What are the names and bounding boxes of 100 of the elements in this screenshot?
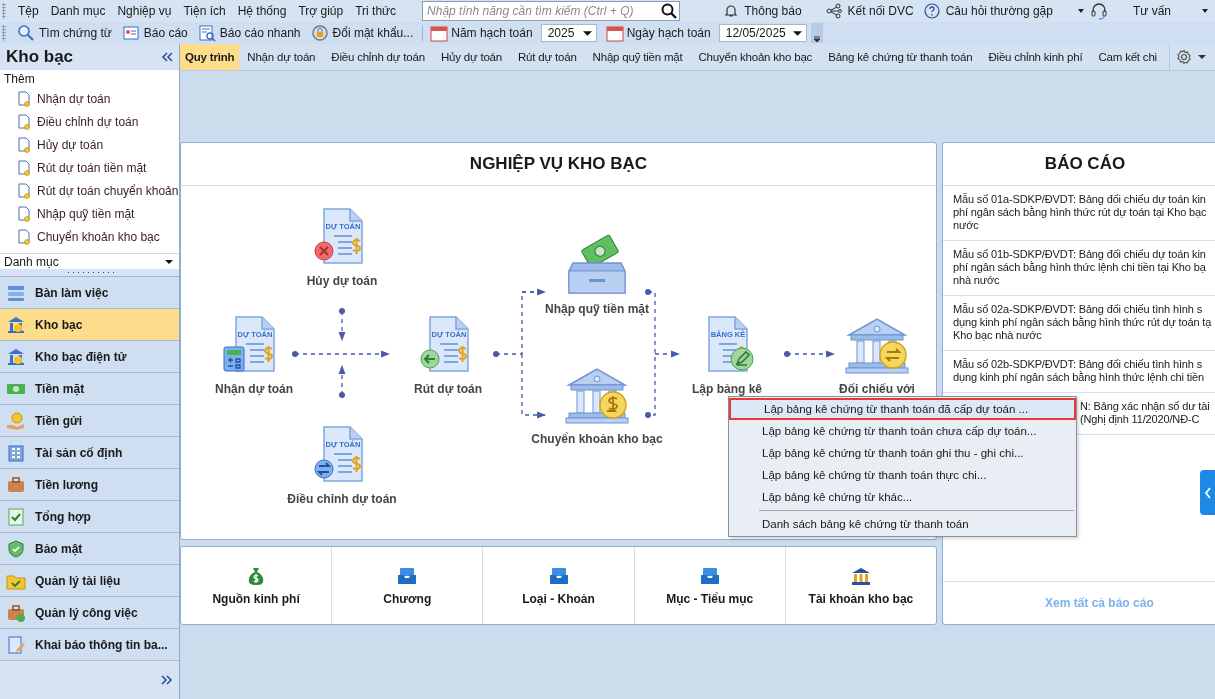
process-step-label[interactable]: Lập bảng kê: [692, 382, 762, 396]
caret-icon[interactable]: [1201, 7, 1209, 15]
tab[interactable]: Nhận dự toán: [239, 44, 324, 70]
category-tile[interactable]: Mục - Tiểu mục: [634, 547, 786, 624]
menu-item[interactable]: Trợ giúp: [292, 1, 350, 21]
year-dropdown[interactable]: 2025: [540, 24, 597, 42]
report-link[interactable]: Mẫu số 02b-SDKP/ĐVDT: Bảng đối chiếu tình hình s dụng kinh phí ngân sách bằng hình thức lệnh chi tiền: [943, 351, 1215, 393]
nav-item[interactable]: Tài sản cố định: [0, 437, 179, 469]
panel-title: BÁO CÁO: [943, 143, 1215, 186]
process-step-label[interactable]: Chuyển khoản kho bạc: [531, 432, 663, 446]
tab[interactable]: Hủy dự toán: [432, 44, 510, 70]
report-link[interactable]: Mẫu số 01a-SDKP/ĐVDT: Bảng đối chiếu dự toán kin phí ngân sách bằng hình thức rút dự toán tại Kho bạc nước: [943, 186, 1215, 241]
menu-item[interactable]: Hệ thống: [231, 1, 293, 21]
toolbar-button[interactable]: Tìm chứng từ: [12, 23, 117, 43]
tab[interactable]: Điều chỉnh dự toán: [323, 44, 433, 70]
expand-icon[interactable]: [161, 675, 173, 685]
nav-item[interactable]: Tổng hợp: [0, 501, 179, 533]
menu-item[interactable]: Lập bảng kê chứng từ thanh toán ghi thu - ghi chi...: [729, 442, 1076, 464]
connector-arrow: [338, 364, 346, 398]
bank-icon: [6, 346, 26, 367]
caret-icon: [1197, 53, 1206, 61]
nav-item[interactable]: Bảo mật: [0, 533, 179, 565]
category-tile[interactable]: Loại - Khoản: [483, 547, 635, 624]
toolbar-overflow-button[interactable]: [810, 23, 823, 43]
category-dropdown[interactable]: Danh mục: [0, 253, 179, 269]
collapse-icon[interactable]: [161, 52, 173, 62]
category-tile[interactable]: Nguồn kinh phí: [181, 547, 333, 624]
nav-item[interactable]: Tiền mặt: [0, 373, 179, 405]
category-tile[interactable]: Tài khoản kho bạc: [785, 547, 936, 624]
tray-icon: [397, 565, 418, 586]
caret-icon[interactable]: [1076, 7, 1085, 15]
sidebar-link[interactable]: Nhập quỹ tiền mặt: [0, 202, 179, 225]
nav-item[interactable]: Kho bạc: [0, 309, 179, 341]
process-step-label[interactable]: Nhập quỹ tiền mặt: [545, 302, 649, 316]
toolbar-button[interactable]: Đổi mật khẩu...: [305, 23, 419, 43]
date-field[interactable]: 12/05/2025: [718, 24, 807, 42]
caret-icon: [792, 28, 802, 38]
menu-item[interactable]: Nghiệp vụ: [111, 1, 178, 21]
process-step-label[interactable]: Hủy dự toán: [306, 274, 378, 288]
calendar-icon: [430, 24, 449, 42]
toolbar-button[interactable]: Báo cáo: [116, 23, 193, 43]
help-icon[interactable]: [923, 3, 940, 19]
chevron-left-icon: [1203, 486, 1212, 499]
process-step-label[interactable]: Đối chiếu với: [839, 382, 915, 396]
sidebar-link[interactable]: Rút dự toán chuyển khoản: [0, 179, 179, 202]
caret-icon: [582, 28, 592, 38]
tab[interactable]: Quy trình: [180, 44, 240, 70]
shield-icon: [6, 538, 26, 559]
process-step-label[interactable]: Nhận dự toán: [215, 382, 293, 396]
report-icon: [121, 24, 140, 42]
menu-item[interactable]: Lập bảng kê chứng từ thanh toán thực chi...: [729, 464, 1076, 486]
menu-item[interactable]: Lập bảng kê chứng từ khác...: [729, 486, 1076, 508]
share-icon[interactable]: [825, 3, 842, 19]
connect-link[interactable]: Kết nối DVC: [847, 4, 914, 18]
sidebar-link[interactable]: Rút dự toán tiền mặt: [0, 156, 179, 179]
headset-icon[interactable]: [1090, 2, 1107, 20]
menu-item[interactable]: Tri thức: [349, 1, 403, 21]
side-panel-tab[interactable]: [1200, 470, 1215, 515]
report-link[interactable]: Mẫu số 01b-SDKP/ĐVDT: Bảng đối chiếu dự toán kin phí ngân sách bằng hình thức lệnh chi tiền tại Kho bạ nhà nước: [943, 241, 1215, 296]
menu-item[interactable]: Tiện ích: [177, 1, 232, 21]
briefcase-icon: [6, 474, 26, 495]
menu-item[interactable]: Tệp: [12, 1, 45, 21]
caret-icon: [812, 35, 821, 43]
document-icon: [17, 159, 31, 176]
sidebar-link[interactable]: Chuyển khoản kho bạc: [0, 225, 179, 248]
connector-arrow: [784, 350, 836, 358]
report-link[interactable]: Mẫu số 02a-SDKP/ĐVDT: Bảng đối chiếu tình hình s dụng kinh phí ngân sách bằng hình thức rút dự toán tạ Kho bạc nhà nước: [943, 296, 1215, 351]
lock-icon: [310, 24, 329, 42]
tab[interactable]: Cam kết chi: [1090, 44, 1165, 70]
document-icon: [17, 205, 31, 222]
support-link[interactable]: Tư vấn: [1132, 4, 1171, 18]
tab[interactable]: Chuyển khoản kho bạc: [690, 44, 821, 70]
tab[interactable]: Nhập quỹ tiền mặt: [584, 44, 691, 70]
sidebar-link[interactable]: Nhận dự toán: [0, 87, 179, 110]
process-step-label[interactable]: Rút dự toán: [414, 382, 482, 396]
toolbar-button[interactable]: Báo cáo nhanh: [192, 23, 306, 43]
sidebar-link[interactable]: Điều chỉnh dự toán: [0, 110, 179, 133]
bell-icon[interactable]: [724, 4, 739, 18]
tab[interactable]: Rút dự toán: [510, 44, 585, 70]
cash-drawer-icon[interactable]: [565, 233, 629, 297]
edit-document-icon: [6, 634, 26, 655]
menu-item[interactable]: Lập bảng kê chứng từ thanh toán chưa cấp dự toán...: [729, 420, 1076, 442]
menu-item[interactable]: Danh mục: [44, 1, 112, 21]
process-step-label[interactable]: Điều chỉnh dự toán: [287, 492, 397, 506]
nav-item[interactable]: Khai báo thông tin ba...: [0, 629, 179, 661]
nav-item[interactable]: Quản lý tài liệu: [0, 565, 179, 597]
search-field[interactable]: Nhập tính năng cần tìm kiếm (Ctrl + Q): [422, 1, 681, 21]
nav-item[interactable]: Bàn làm việc: [0, 277, 179, 309]
faq-link[interactable]: Câu hỏi thường gặp: [945, 4, 1053, 18]
nav-item[interactable]: Kho bạc điện tử: [0, 341, 179, 373]
nav-item[interactable]: Tiền gửi: [0, 405, 179, 437]
nav-item[interactable]: Tiền lương: [0, 469, 179, 501]
sidebar-link[interactable]: Hủy dự toán: [0, 133, 179, 156]
nav-item[interactable]: Quản lý công việc: [0, 597, 179, 629]
notifications-link[interactable]: Thông báo: [744, 4, 802, 18]
tab[interactable]: Điều chỉnh kinh phí: [980, 44, 1091, 70]
menu-item[interactable]: Danh sách bảng kê chứng từ thanh toán: [729, 513, 1076, 535]
menu-item[interactable]: Lập bảng kê chứng từ thanh toán đã cấp dự toán ...: [729, 398, 1076, 420]
category-tile[interactable]: Chương: [332, 547, 484, 624]
tab[interactable]: Bảng kê chứng từ thanh toán: [820, 44, 981, 70]
